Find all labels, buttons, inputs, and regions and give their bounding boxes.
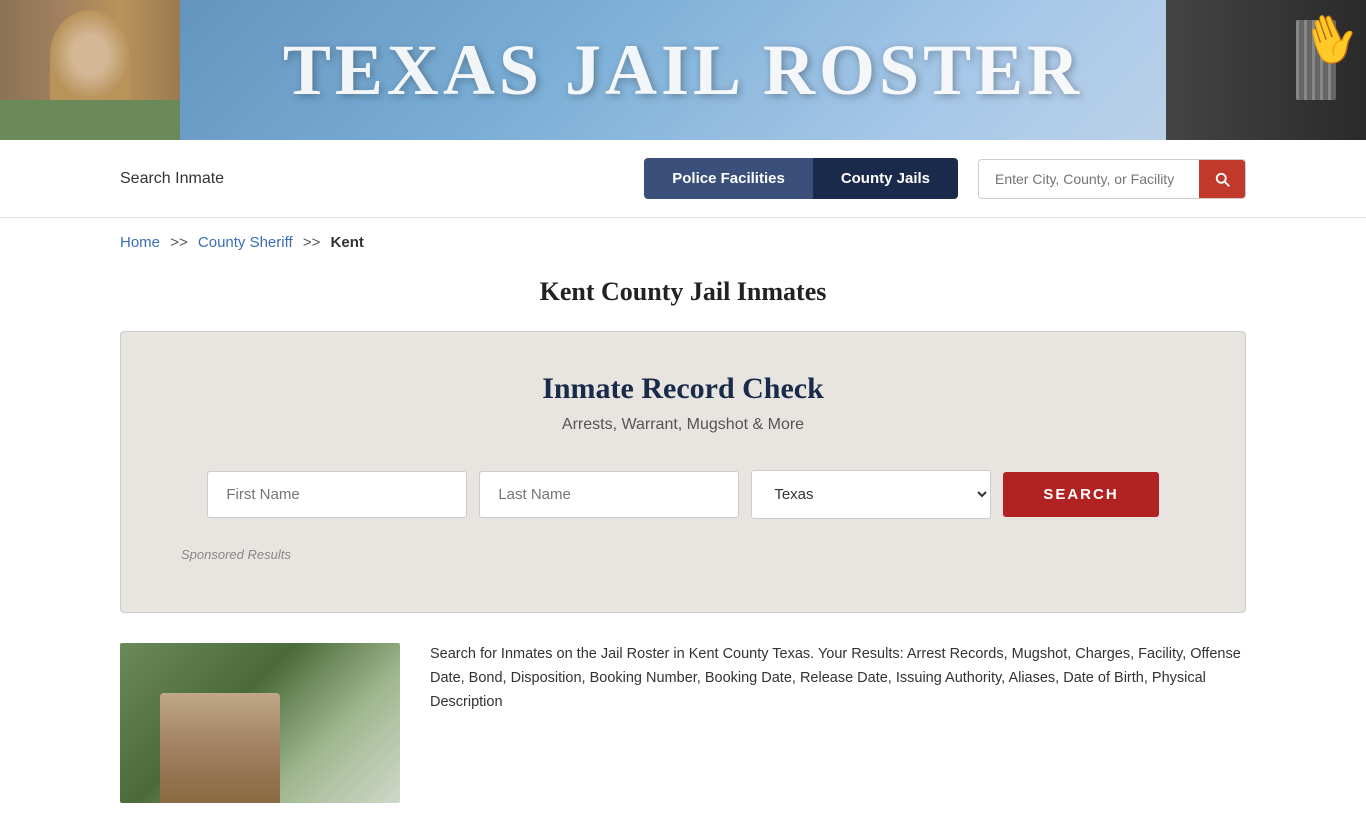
facility-search-wrapper bbox=[978, 159, 1246, 199]
facility-search-button[interactable] bbox=[1199, 160, 1245, 198]
site-banner: Texas Jail Roster bbox=[0, 0, 1366, 140]
search-icon bbox=[1213, 170, 1231, 188]
county-jails-button[interactable]: County Jails bbox=[813, 158, 958, 199]
bottom-description: Search for Inmates on the Jail Roster in… bbox=[430, 643, 1246, 715]
navbar-label: Search Inmate bbox=[120, 170, 624, 188]
breadcrumb: Home >> County Sheriff >> Kent bbox=[0, 218, 1366, 267]
nav-buttons: Police Facilities County Jails bbox=[644, 158, 958, 199]
bottom-building-image bbox=[120, 643, 400, 803]
last-name-input[interactable] bbox=[479, 471, 739, 518]
banner-right-image bbox=[1166, 0, 1366, 140]
breadcrumb-sep1: >> bbox=[170, 234, 188, 251]
first-name-input[interactable] bbox=[207, 471, 467, 518]
site-title: Texas Jail Roster bbox=[283, 29, 1083, 112]
breadcrumb-home[interactable]: Home bbox=[120, 234, 160, 251]
navbar: Search Inmate Police Facilities County J… bbox=[0, 140, 1366, 218]
breadcrumb-sep2: >> bbox=[303, 234, 321, 251]
banner-left-image bbox=[0, 0, 180, 140]
page-title-wrapper: Kent County Jail Inmates bbox=[0, 267, 1366, 331]
record-check-title: Inmate Record Check bbox=[181, 372, 1185, 406]
page-title: Kent County Jail Inmates bbox=[0, 277, 1366, 307]
record-check-subtitle: Arrests, Warrant, Mugshot & More bbox=[181, 416, 1185, 434]
record-check-box: Inmate Record Check Arrests, Warrant, Mu… bbox=[120, 331, 1246, 613]
police-facilities-button[interactable]: Police Facilities bbox=[644, 158, 813, 199]
bottom-section: Search for Inmates on the Jail Roster in… bbox=[0, 613, 1366, 823]
sponsored-label: Sponsored Results bbox=[181, 547, 1185, 562]
facility-search-input[interactable] bbox=[979, 161, 1199, 197]
breadcrumb-county-sheriff[interactable]: County Sheriff bbox=[198, 234, 293, 251]
record-search-button[interactable]: SEARCH bbox=[1003, 472, 1158, 517]
state-select[interactable]: AlabamaAlaskaArizonaArkansasCaliforniaCo… bbox=[751, 470, 991, 519]
record-search-row: AlabamaAlaskaArizonaArkansasCaliforniaCo… bbox=[181, 470, 1185, 519]
breadcrumb-current: Kent bbox=[331, 234, 364, 251]
